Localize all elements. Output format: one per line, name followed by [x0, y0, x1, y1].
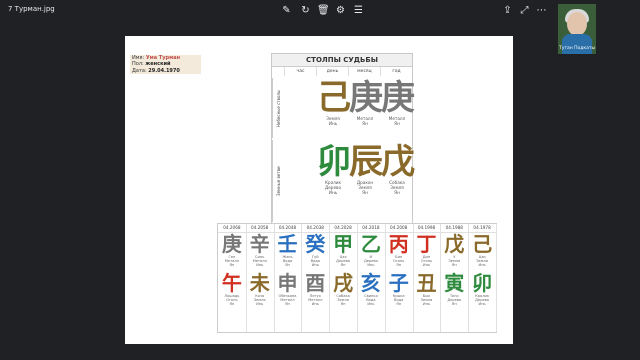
luck-branch-glyph: 亥 — [360, 270, 381, 295]
polarity-label: Ян — [394, 190, 400, 195]
participant-face — [567, 12, 587, 36]
earth-side-label: Земные ветви — [272, 140, 285, 222]
luck-stem-glyph: 癸 — [305, 232, 326, 256]
header-hour: час — [284, 67, 316, 76]
pillars-title: СТОЛПЫ СУДЬБЫ — [272, 54, 412, 67]
heaven-stem-cell: 庚 Металл Ян — [381, 78, 415, 126]
more-icon[interactable]: ⋯ — [536, 5, 547, 16]
header-year: год — [380, 67, 412, 76]
luck-branch-glyph: 戌 — [333, 270, 354, 295]
luck-branch-glyph: 未 — [249, 270, 270, 295]
luck-stem-glyph: 甲 — [333, 232, 354, 256]
expand-icon[interactable]: ⤢ — [519, 5, 530, 16]
header-month: месяц — [348, 67, 380, 76]
luck-branch-glyph: 午 — [221, 270, 242, 295]
filter-icon[interactable]: ☰ — [353, 5, 364, 16]
polarity-label: Ян — [362, 190, 368, 195]
pillars-table: СТОЛПЫ СУДЬБЫ час день месяц год Небесны… — [271, 53, 415, 225]
gender-label: Пол: — [132, 61, 144, 68]
luck-stem-glyph: 乙 — [360, 232, 381, 256]
edit-icon[interactable]: ✎ — [281, 5, 292, 16]
title-bar: 7 Турман.jpg ✎ ↻ 🗑 ⚙ ☰ ⇪ ⤢ ⋯ — [0, 0, 640, 22]
participant-body — [562, 34, 592, 54]
luck-pillar-column: 04.1988 戊 У Земля Ян 寅 Тигр Дерево Ян — [440, 224, 470, 332]
luck-pillar-column: 04.2008 丙 Бин Огонь Ян 子 Крыса Вода Ян — [384, 224, 414, 332]
luck-branch-glyph: 丑 — [416, 270, 437, 295]
luck-pillar-column: 04.2048 壬 Жэнь Вода Ян 申 Обезьяна Металл Ян — [273, 224, 303, 332]
pillars-header: час день месяц год — [284, 67, 412, 76]
heaven-stem-glyph: 庚 — [349, 78, 383, 118]
luck-pillar-column: 04.1978 己 Цзи Земля Инь 卯 Кролик Дерево Инь — [468, 224, 497, 332]
polarity-label: Инь — [328, 190, 338, 195]
luck-pillar-column: 04.2058 辛 Синь Металл Инь 未 Коза Земля Инь — [245, 224, 275, 332]
luck-branch-glyph: 寅 — [444, 270, 465, 295]
earth-branch-cell: 戊 Собака Земля Ян — [381, 142, 415, 195]
gender-value: женский — [145, 61, 171, 68]
luck-pillars-table: 04.2068 庚 Ген Металл Ян 午 Лошадь Огонь Ян 04.2058… — [217, 223, 497, 333]
luck-branch-label: Инь — [478, 302, 486, 307]
luck-branch-label: Инь — [256, 302, 264, 307]
luck-pillar-column: 04.2038 癸 Гуй Вода Инь 酉 Петух Металл Инь — [301, 224, 331, 332]
heaven-stem-glyph: 庚 — [381, 78, 415, 118]
earth-branch-glyph: 戊 — [381, 142, 415, 182]
earth-branch-cell: 卯 Кролик Дерево Инь — [317, 142, 351, 195]
polarity-label: Ян — [362, 121, 368, 126]
header-day: день — [316, 67, 348, 76]
luck-branch-label: Ян — [396, 302, 402, 307]
luck-branch-label: Ян — [285, 302, 290, 307]
delete-icon[interactable]: 🗑 — [317, 5, 330, 16]
luck-branch-label: Инь — [367, 302, 375, 307]
rotate-icon[interactable]: ↻ — [300, 5, 311, 16]
luck-stem-glyph: 丁 — [416, 232, 437, 256]
participant-name: Тутан Подкаты — [558, 46, 596, 51]
heaven-stem-glyph: 己 — [317, 78, 351, 118]
person-info: Имя: Ума Турман Пол: женский Дата: 29.04… — [130, 55, 201, 74]
heaven-stem-cell: 己 Земля Инь — [317, 78, 351, 126]
earth-branch-glyph: 辰 — [349, 142, 383, 182]
luck-branch-glyph: 子 — [388, 270, 409, 295]
image-canvas: Имя: Ума Турман Пол: женский Дата: 29.04… — [125, 36, 513, 344]
luck-branch-label: Ян — [451, 302, 457, 307]
luck-stem-glyph: 戊 — [444, 232, 465, 256]
luck-pillar-column: 04.2018 乙 И Дерево Инь 亥 Свинья Вода Инь — [357, 224, 386, 332]
luck-branch-label: Ян — [340, 302, 346, 307]
luck-stem-glyph: 丙 — [388, 232, 409, 256]
luck-pillar-column: 04.2068 庚 Ген Металл Ян 午 Лошадь Огонь Ян — [218, 224, 247, 332]
settings-icon[interactable]: ⚙ — [335, 5, 346, 16]
luck-branch-label: Ян — [229, 302, 235, 307]
luck-branch-glyph: 卯 — [472, 270, 493, 295]
luck-branch-glyph: 酉 — [305, 270, 326, 295]
luck-pillar-column: 04.2028 甲 Цзя Дерево Ян 戌 Собака Земля Ян — [329, 224, 358, 332]
luck-stem-glyph: 庚 — [221, 232, 242, 256]
luck-branch-glyph: 申 — [277, 270, 298, 295]
luck-stem-glyph: 壬 — [277, 232, 298, 256]
luck-branch-label: Инь — [422, 302, 431, 307]
polarity-label: Ян — [394, 121, 400, 126]
share-icon[interactable]: ⇪ — [502, 5, 513, 16]
luck-stem-glyph: 己 — [472, 232, 493, 256]
polarity-label: Инь — [328, 121, 338, 126]
heaven-stem-cell: 庚 Металл Ян — [349, 78, 383, 126]
earth-branch-glyph: 卯 — [317, 142, 351, 182]
date-value: 29.04.1970 — [148, 67, 180, 74]
window-title: 7 Турман.jpg — [8, 5, 55, 13]
heaven-side-label: Небесные стволы — [272, 78, 285, 138]
luck-stem-glyph: 辛 — [249, 232, 270, 256]
luck-branch-label: Инь — [311, 302, 319, 307]
earth-branch-cell: 辰 Дракон Земля Ян — [349, 142, 383, 195]
date-label: Дата: — [132, 67, 147, 74]
luck-pillar-column: 04.1998 丁 Дин Огонь Инь 丑 Бык Земля Инь — [412, 224, 442, 332]
